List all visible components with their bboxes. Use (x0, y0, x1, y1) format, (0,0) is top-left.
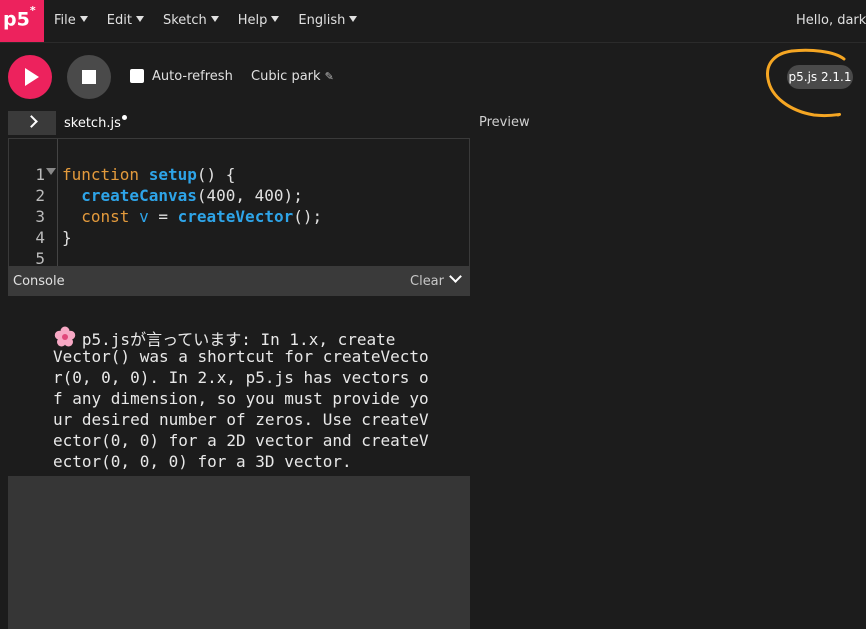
chevron-down-icon (135, 16, 144, 22)
line-number: 4 (35, 228, 45, 247)
chevron-down-icon (210, 16, 219, 22)
chevron-down-icon (271, 16, 280, 22)
console-title: Console (13, 274, 65, 289)
editor-tabbar: sketch.js (0, 108, 470, 138)
code-editor[interactable]: 1 2 3 4 5 function setup() { createCanva… (8, 138, 470, 266)
unsaved-dot-icon (121, 115, 127, 120)
fold-arrow-icon[interactable] (46, 168, 56, 175)
code-line-1: function setup() { (62, 165, 236, 184)
console-line: ur desired number of zeros. Use createV (53, 410, 429, 429)
auto-refresh-checkbox[interactable] (130, 69, 144, 83)
console-header: Console Clear (8, 266, 470, 296)
console-line: Vector() was a shortcut for createVecto (53, 347, 429, 366)
play-icon (25, 68, 39, 86)
user-greeting[interactable]: Hello, dark_ (796, 13, 866, 28)
chevron-down-icon[interactable] (449, 270, 462, 283)
menu-sketch[interactable]: Sketch (163, 13, 219, 28)
line-number: 5 (35, 249, 45, 266)
chevron-right-icon (25, 115, 38, 128)
console-line: ector(0, 0) for a 2D vector and createV (53, 431, 429, 450)
logo-text: p5 (3, 8, 30, 31)
chevron-down-icon (349, 16, 358, 22)
stop-button[interactable] (67, 55, 111, 99)
sketch-name-button[interactable]: Cubic park ✎ (251, 69, 334, 84)
preview-pane[interactable] (470, 138, 866, 629)
console-line: r(0, 0, 0). In 2.x, p5.js has vectors o (53, 368, 429, 387)
expand-sidebar-button[interactable] (8, 111, 56, 135)
code-line-3: const v = createVector(); (81, 207, 323, 226)
console-body: p5.jsが言っています: In 1.x, create Vector() wa… (8, 296, 470, 629)
menu-file[interactable]: File (54, 13, 88, 28)
menu-bar: File Edit Sketch Help English (54, 13, 376, 28)
menu-edit[interactable]: Edit (107, 13, 144, 28)
pencil-icon: ✎ (324, 70, 334, 83)
menu-help[interactable]: Help (238, 13, 280, 28)
console-clear-button[interactable]: Clear (410, 274, 444, 289)
top-nav: p5* File Edit Sketch Help English Hello,… (0, 0, 866, 42)
line-number: 1 (35, 165, 45, 184)
annotation-circle (766, 48, 846, 118)
file-tab-sketch[interactable]: sketch.js (64, 115, 127, 131)
console-line: ector(0, 0, 0) for a 3D vector. (53, 452, 352, 471)
line-number: 2 (35, 186, 45, 205)
stop-icon (82, 70, 96, 84)
console-message: p5.jsが言っています: In 1.x, create Vector() wa… (8, 296, 470, 476)
code-line-2: createCanvas(400, 400); (81, 186, 303, 205)
preview-label: Preview (479, 115, 530, 130)
sketch-name-text: Cubic park (251, 69, 321, 84)
toolbar: Auto-refresh Cubic park ✎ p5.js 2.1.1 (0, 42, 866, 108)
line-number: 3 (35, 207, 45, 226)
logo-mark: * (29, 4, 36, 17)
console-line: f any dimension, so you must provide yo (53, 389, 429, 408)
play-button[interactable] (8, 55, 52, 99)
menu-language[interactable]: English (298, 13, 358, 28)
code-line-4: } (62, 228, 72, 247)
chevron-down-icon (79, 16, 88, 22)
line-gutter: 1 2 3 4 5 (9, 139, 58, 266)
p5-logo[interactable]: p5* (0, 0, 44, 42)
auto-refresh-label: Auto-refresh (152, 69, 233, 84)
